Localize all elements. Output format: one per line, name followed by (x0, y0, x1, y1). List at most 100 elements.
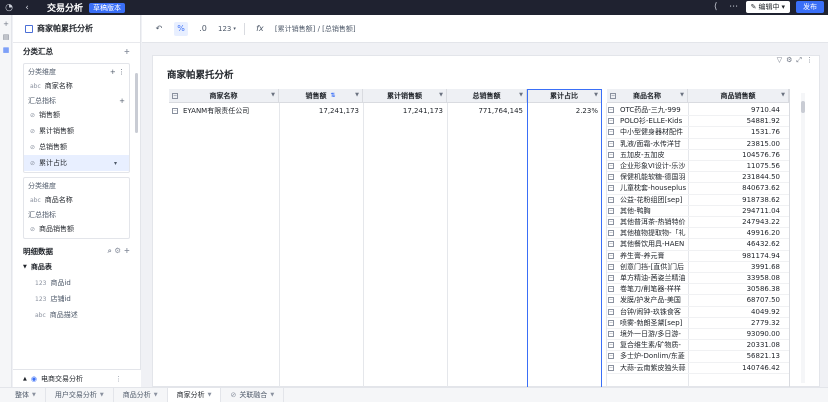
sort-icon[interactable]: ⇅ (330, 92, 335, 99)
chevron-down-icon[interactable]: ▼ (439, 92, 443, 98)
field-item[interactable]: 123 商品id (35, 275, 130, 291)
collapse-icon[interactable]: − (608, 308, 614, 315)
product-row[interactable]: − 复合维生素/矿物质- 20331.08 (607, 340, 789, 352)
share-icon[interactable]: ⟨ (710, 1, 722, 13)
collapse-icon[interactable]: − (608, 275, 614, 282)
function-icon[interactable]: fx (253, 22, 267, 36)
product-row[interactable]: − 台钟/闹钟-玖铢食客 4049.92 (607, 307, 789, 318)
product-row[interactable]: − 喷雾-勃朗圣黛[sep] 2779.32 (607, 318, 789, 329)
chevron-down-icon[interactable]: ▼ (355, 92, 359, 98)
collapse-icon[interactable]: − (608, 129, 614, 136)
dim-item[interactable]: abc 商家名称 (24, 78, 129, 94)
product-row[interactable]: − 其他餐饮用具-HAEN 46432.62 (607, 239, 789, 251)
formula-text[interactable]: [累计销售额] / [总销售额] (275, 24, 356, 34)
metric-item[interactable]: ⊘ 总销售额 (24, 139, 129, 155)
collapse-icon[interactable]: − (608, 230, 614, 237)
back-arrow-icon[interactable]: ‹ (21, 2, 33, 14)
edit-status-button[interactable]: ✎ 编辑中 ▾ (745, 1, 790, 13)
expand-icon[interactable]: ⤢ (796, 56, 802, 65)
collapse-icon[interactable]: − (608, 297, 614, 304)
more-icon[interactable]: ⋮ (115, 375, 122, 383)
collapse-icon[interactable]: − (608, 319, 614, 326)
chart-type-icon[interactable]: ▤ (2, 33, 10, 41)
chevron-down-icon[interactable]: ▼ (680, 92, 684, 98)
collapse-icon[interactable]: − (608, 151, 614, 158)
collapse-icon[interactable]: − (608, 241, 614, 248)
table-scrollbar[interactable] (801, 93, 805, 383)
collapse-icon[interactable]: − (608, 219, 614, 226)
product-row[interactable]: − 创意门挡-[直供]门后 3991.68 (607, 262, 789, 273)
product-row[interactable]: − 乳液/面霜-水传洋甘 23815.00 (607, 139, 789, 150)
field-item[interactable]: 123 店铺id (35, 291, 130, 307)
collapse-icon[interactable]: − (610, 93, 616, 99)
product-row[interactable]: − 多士炉-Donlim/东菱 56821.13 (607, 351, 789, 363)
collapse-icon[interactable]: − (608, 331, 614, 338)
cell-cum-sales[interactable]: 17,241,173 (363, 105, 447, 117)
product-row[interactable]: − 境外一日游/多日游- 93090.00 (607, 329, 789, 341)
table-node[interactable]: ▼ 商品表 (23, 259, 130, 275)
search-icon[interactable]: ⌕ ⚙ + (108, 246, 130, 256)
product-row[interactable]: − 公益-花粉组团[sep] 918738.62 (607, 195, 789, 206)
more-icon[interactable]: ⋮ (806, 56, 813, 65)
product-row[interactable]: − OTC药品-三九-999 9710.44 (607, 105, 789, 117)
collapse-icon[interactable]: − (608, 185, 614, 192)
tab-product[interactable]: 商品分析 ▼ (114, 387, 168, 402)
product-row[interactable]: − 卷笔刀/削笔器-样样 30586.38 (607, 284, 789, 296)
panel-scrollbar[interactable] (135, 73, 138, 133)
product-row[interactable]: − 中小型健身器材配件 1531.76 (607, 127, 789, 139)
dim-item[interactable]: abc 商品名称 (24, 192, 129, 208)
product-row[interactable]: − 其他普洱茶-热销特价 247943.22 (607, 217, 789, 229)
add-icon[interactable]: + (2, 20, 10, 28)
product-row[interactable]: − 其他-鸭胸 294711.04 (607, 206, 789, 217)
header-sales[interactable]: 销售额 ⇅ ▼ (279, 89, 363, 103)
undo-icon[interactable]: ↶ (152, 22, 166, 36)
add-icon[interactable]: + (124, 47, 130, 56)
collapse-icon[interactable]: − (608, 286, 614, 293)
collapse-icon[interactable]: − (608, 263, 614, 270)
header-product-sales[interactable]: 商品销售额 ▼ (688, 89, 789, 103)
header-cum-sales[interactable]: 累计销售额 ▼ (363, 89, 447, 103)
chevron-down-icon[interactable]: ▼ (271, 92, 275, 98)
tab-overall[interactable]: 整体 ▼ (6, 387, 46, 402)
collapse-icon[interactable]: − (608, 118, 614, 125)
settings-icon[interactable]: ⚙ (786, 56, 792, 65)
metric-item[interactable]: ⊘ 商品销售额 (24, 221, 129, 237)
header-product[interactable]: − 商品名称 ▼ (607, 89, 688, 103)
collapse-icon[interactable]: − (172, 108, 178, 114)
cell-sales[interactable]: 17,241,173 (279, 105, 363, 117)
product-row[interactable]: − 大蒜-云南紫皮独头蒜 140746.42 (607, 363, 789, 374)
collapse-icon[interactable]: − (608, 342, 614, 349)
field-item[interactable]: abc 商品描述 (35, 307, 130, 323)
product-row[interactable]: − 养生膏-养元膏 981174.94 (607, 251, 789, 262)
datasource-footer[interactable]: ▲ ◉ 电商交易分析 ⋮ (13, 369, 141, 387)
header-total-sales[interactable]: 总销售额 ▼ (447, 89, 527, 103)
chevron-down-icon[interactable]: ▼ (519, 92, 523, 98)
number-format-button[interactable]: 123 ▾ (218, 22, 236, 36)
product-row[interactable]: − 五加皮-五加皮 104576.76 (607, 150, 789, 161)
add-icon[interactable]: + (119, 97, 125, 105)
product-row[interactable]: − 发膜/护发产品-美国 68707.50 (607, 295, 789, 307)
metric-item[interactable]: ⊘ 累计销售额 (24, 123, 129, 139)
table-icon[interactable]: ▦ (2, 46, 10, 54)
cell-merchant[interactable]: − EYANM有限责任公司 (169, 105, 279, 117)
chevron-down-icon[interactable]: ▼ (781, 92, 785, 98)
tab-association[interactable]: ⊘ 关联融合 ▼ (221, 387, 285, 402)
product-row[interactable]: − 单方精油-茜姿兰精油 33958.08 (607, 273, 789, 285)
add-icon[interactable]: + ⋮ (110, 68, 125, 76)
header-merchant[interactable]: − 商家名称 ▼ (169, 89, 279, 103)
collapse-icon[interactable]: − (172, 93, 178, 99)
collapse-icon[interactable]: − (608, 207, 614, 214)
collapse-icon[interactable]: − (608, 174, 614, 181)
chevron-down-icon[interactable]: ▾ (114, 160, 117, 167)
filter-icon[interactable]: ▽ (777, 56, 782, 65)
publish-button[interactable]: 发布 (796, 1, 824, 13)
metric-item[interactable]: ⊘ 销售额 (24, 107, 129, 123)
collapse-icon[interactable]: − (608, 252, 614, 259)
decimal-format-icon[interactable]: .0 (196, 22, 210, 36)
cell-total-sales[interactable]: 771,764,145 (447, 105, 527, 117)
metric-item-active[interactable]: ⊘ 累计占比 ▾ (24, 155, 129, 171)
product-row[interactable]: − 企业形象VI设计-乐沙 11075.56 (607, 161, 789, 173)
more-icon[interactable]: ⋯ (728, 1, 740, 13)
product-row[interactable]: − 保健机能软糖-德国羽 231844.50 (607, 172, 789, 184)
product-row[interactable]: − 儿童枕套-houseplus 840673.62 (607, 183, 789, 195)
